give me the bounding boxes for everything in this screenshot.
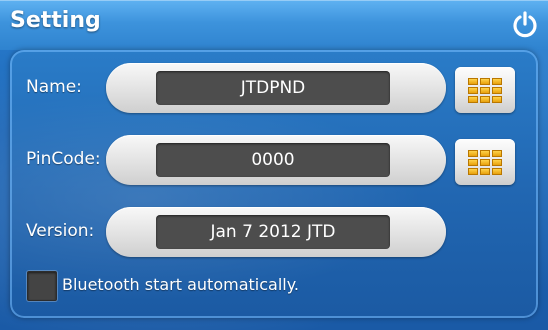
version-field: Jan 7 2012 JTD bbox=[156, 215, 390, 249]
title-bar: Setting bbox=[0, 0, 548, 50]
name-row: JTDPND bbox=[106, 63, 446, 113]
pincode-field[interactable]: 0000 bbox=[156, 143, 390, 177]
pincode-label: PinCode: bbox=[26, 149, 101, 169]
settings-panel: Name: JTDPND PinCode: 0000 Version: Jan … bbox=[10, 50, 538, 318]
version-row: Jan 7 2012 JTD bbox=[106, 207, 446, 257]
power-button[interactable] bbox=[508, 8, 542, 42]
pincode-keypad-button[interactable] bbox=[455, 139, 515, 185]
power-icon bbox=[513, 11, 537, 38]
page-title: Setting bbox=[10, 8, 101, 33]
version-label: Version: bbox=[26, 221, 95, 241]
settings-screen: Setting Name: JTDPND PinCode: 0000 Versi… bbox=[0, 0, 548, 330]
bluetooth-autostart-label[interactable]: Bluetooth start automatically. bbox=[62, 275, 299, 294]
name-label: Name: bbox=[26, 77, 82, 97]
name-field[interactable]: JTDPND bbox=[156, 71, 390, 105]
bluetooth-autostart-checkbox[interactable] bbox=[27, 271, 57, 301]
pincode-row: 0000 bbox=[106, 135, 446, 185]
keypad-icon bbox=[468, 149, 502, 175]
name-keypad-button[interactable] bbox=[455, 67, 515, 113]
keypad-icon bbox=[468, 77, 502, 103]
